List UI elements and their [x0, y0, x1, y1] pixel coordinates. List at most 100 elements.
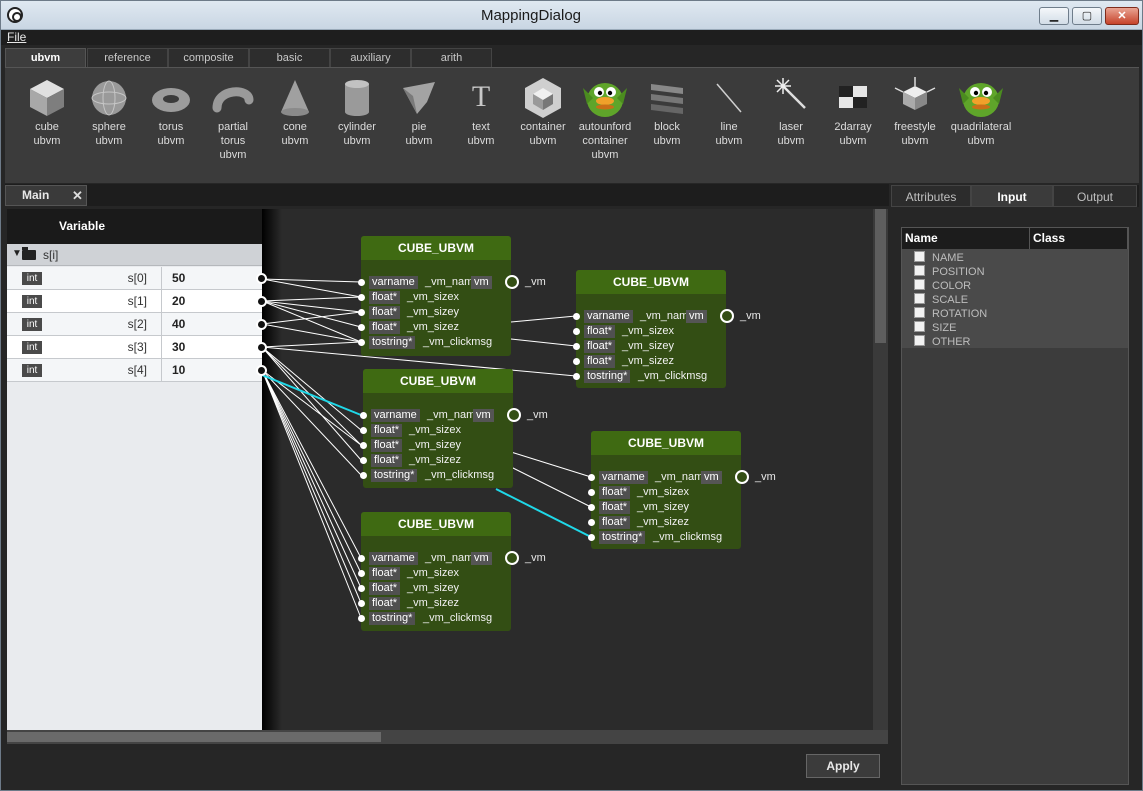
- input-pin[interactable]: [573, 313, 580, 320]
- cube-ubvm-node[interactable]: CUBE_UBVM varname _vm_nam vm _vm float* _vm_…: [588, 431, 776, 549]
- tab-attributes[interactable]: Attributes: [891, 185, 971, 207]
- input-pin[interactable]: [360, 412, 367, 419]
- palette-partial-torus-ubvm[interactable]: partial torus ubvm: [202, 74, 264, 162]
- palette-freestyle-ubvm[interactable]: freestyle ubvm: [884, 74, 946, 148]
- input-pin[interactable]: [573, 373, 580, 380]
- tab-composite[interactable]: composite: [168, 48, 249, 68]
- input-pin[interactable]: [573, 343, 580, 350]
- variable-output-pin[interactable]: [256, 296, 267, 307]
- connection-wire[interactable]: [510, 338, 577, 347]
- palette-autounford-container-ubvm[interactable]: autounford container ubvm: [574, 74, 636, 162]
- tab-output[interactable]: Output: [1053, 185, 1137, 207]
- variable-value[interactable]: 10: [172, 363, 185, 377]
- palette-quadrilateral-ubvm[interactable]: quadrilateral ubvm: [950, 74, 1012, 148]
- tab-basic[interactable]: basic: [249, 48, 330, 68]
- close-tab-icon[interactable]: ✕: [72, 186, 83, 205]
- connection-wire[interactable]: [262, 369, 362, 476]
- variable-row[interactable]: int s[1] 20: [7, 290, 262, 313]
- connection-wire[interactable]: [262, 369, 362, 589]
- input-pin[interactable]: [358, 279, 365, 286]
- input-pin[interactable]: [588, 534, 595, 541]
- connection-wire[interactable]: [262, 296, 362, 302]
- input-pin[interactable]: [360, 442, 367, 449]
- highlighted-connection-wire[interactable]: [262, 374, 362, 416]
- node-port-sizey[interactable]: float* _vm_sizey: [358, 305, 511, 320]
- palette-sphere-ubvm[interactable]: sphere ubvm: [78, 74, 140, 148]
- connection-wire[interactable]: [262, 369, 362, 574]
- property-checkbox[interactable]: [914, 321, 925, 332]
- palette-laser-ubvm[interactable]: laser ubvm: [760, 74, 822, 148]
- connection-wire[interactable]: [262, 300, 362, 313]
- input-pin[interactable]: [360, 457, 367, 464]
- variable-output-pin[interactable]: [256, 273, 267, 284]
- input-pin[interactable]: [358, 570, 365, 577]
- palette-block-ubvm[interactable]: block ubvm: [636, 74, 698, 148]
- vertical-scrollbar[interactable]: [873, 209, 888, 730]
- node-port-varname[interactable]: varname _vm_nam vm _vm: [358, 551, 546, 566]
- variable-output-pin[interactable]: [256, 319, 267, 330]
- output-pin[interactable]: [720, 309, 734, 323]
- property-item[interactable]: POSITION: [914, 265, 985, 279]
- cube-ubvm-node[interactable]: CUBE_UBVM varname _vm_nam vm _vm float* _vm_…: [358, 512, 546, 631]
- tab-ubvm[interactable]: ubvm: [5, 48, 86, 68]
- node-port-sizez[interactable]: float* _vm_sizez: [360, 453, 513, 468]
- node-port-sizey[interactable]: float* _vm_sizey: [360, 438, 513, 453]
- input-pin[interactable]: [358, 294, 365, 301]
- node-port-sizez[interactable]: float* _vm_sizez: [573, 354, 726, 369]
- node-port-sizez[interactable]: float* _vm_sizez: [358, 320, 511, 335]
- property-checkbox[interactable]: [914, 307, 925, 318]
- cube-ubvm-node[interactable]: CUBE_UBVM varname _vm_nam vm _vm float* _vm_…: [360, 369, 548, 488]
- node-port-clickmsg[interactable]: tostring* _vm_clickmsg: [588, 530, 741, 545]
- property-item[interactable]: ROTATION: [914, 307, 987, 321]
- tab-main[interactable]: Main ✕: [5, 185, 87, 206]
- horizontal-scroll-thumb[interactable]: [7, 732, 381, 742]
- input-pin[interactable]: [358, 324, 365, 331]
- variable-row[interactable]: int s[4] 10: [7, 359, 262, 382]
- cube-ubvm-node[interactable]: CUBE_UBVM varname _vm_nam vm _vm float* _vm_…: [573, 270, 761, 388]
- output-pin[interactable]: [505, 551, 519, 565]
- input-pin[interactable]: [358, 615, 365, 622]
- input-pin[interactable]: [358, 555, 365, 562]
- input-pin[interactable]: [573, 358, 580, 365]
- connection-wire[interactable]: [262, 369, 362, 604]
- node-port-sizez[interactable]: float* _vm_sizez: [358, 596, 511, 611]
- node-port-sizey[interactable]: float* _vm_sizey: [573, 339, 726, 354]
- property-item[interactable]: SCALE: [914, 293, 968, 307]
- variable-row[interactable]: int s[0] 50: [7, 267, 262, 290]
- palette-cube-ubvm[interactable]: cube ubvm: [16, 74, 78, 148]
- node-port-varname[interactable]: varname _vm_nam vm _vm: [573, 309, 761, 324]
- property-checkbox[interactable]: [914, 265, 925, 276]
- horizontal-scrollbar[interactable]: [7, 730, 888, 744]
- connection-wire[interactable]: [262, 369, 362, 559]
- variable-value[interactable]: 40: [172, 317, 185, 331]
- input-pin[interactable]: [588, 474, 595, 481]
- title-bar[interactable]: MappingDialog ▁ ▢ ✕: [1, 1, 1142, 30]
- node-port-clickmsg[interactable]: tostring* _vm_clickmsg: [573, 369, 726, 384]
- palette-torus-ubvm[interactable]: torus ubvm: [140, 74, 202, 148]
- tab-arith[interactable]: arith: [411, 48, 492, 68]
- maximize-button[interactable]: ▢: [1072, 7, 1102, 25]
- property-checkbox[interactable]: [914, 251, 925, 262]
- variable-group-row[interactable]: ▼ s[i]: [7, 244, 262, 266]
- variable-value[interactable]: 50: [172, 271, 185, 285]
- input-pin[interactable]: [358, 339, 365, 346]
- variable-row[interactable]: int s[2] 40: [7, 313, 262, 336]
- node-port-sizex[interactable]: float* _vm_sizex: [358, 290, 511, 305]
- node-port-sizex[interactable]: float* _vm_sizex: [588, 485, 741, 500]
- palette-line-ubvm[interactable]: line ubvm: [698, 74, 760, 148]
- tab-input[interactable]: Input: [971, 185, 1053, 207]
- node-port-clickmsg[interactable]: tostring* _vm_clickmsg: [360, 468, 513, 483]
- node-port-sizey[interactable]: float* _vm_sizey: [358, 581, 511, 596]
- property-item[interactable]: SIZE: [914, 321, 956, 335]
- palette-text-ubvm[interactable]: T text ubvm: [450, 74, 512, 148]
- palette-pie-ubvm[interactable]: pie ubvm: [388, 74, 450, 148]
- connection-wire[interactable]: [262, 300, 362, 343]
- input-pin[interactable]: [588, 489, 595, 496]
- node-port-varname[interactable]: varname _vm_nam vm _vm: [358, 275, 546, 290]
- output-pin[interactable]: [505, 275, 519, 289]
- input-pin[interactable]: [358, 585, 365, 592]
- vertical-scroll-thumb[interactable]: [875, 209, 886, 343]
- property-item[interactable]: OTHER: [914, 335, 971, 349]
- input-pin[interactable]: [588, 504, 595, 511]
- palette-cylinder-ubvm[interactable]: cylinder ubvm: [326, 74, 388, 148]
